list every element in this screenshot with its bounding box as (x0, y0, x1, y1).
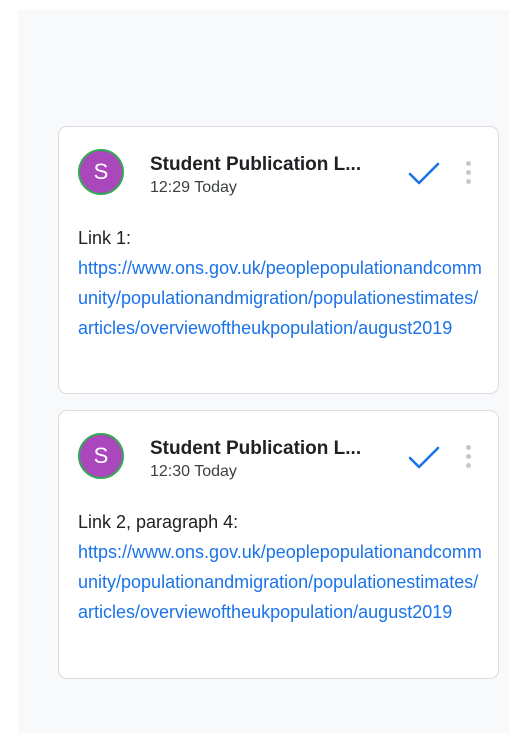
comment-author: Student Publication L... (150, 438, 362, 459)
comment-label: Link 1: (78, 228, 132, 248)
avatar[interactable]: S (78, 149, 124, 195)
comment-time: 12:30 Today (150, 463, 237, 480)
comment-card[interactable]: S Student Publication L... 12:30 Today L… (58, 410, 499, 679)
comment-link[interactable]: https://www.ons.gov.uk/peoplepopulationa… (78, 537, 483, 627)
check-icon[interactable] (407, 161, 441, 187)
comment-card[interactable]: S Student Publication L... 12:29 Today L… (58, 126, 499, 394)
avatar[interactable]: S (78, 433, 124, 479)
comment-author: Student Publication L... (150, 154, 362, 175)
comment-body: Link 2, paragraph 4: https://www.ons.gov… (78, 507, 488, 627)
comment-body: Link 1: https://www.ons.gov.uk/peoplepop… (78, 223, 488, 343)
avatar-initial: S (93, 159, 109, 184)
comment-link[interactable]: https://www.ons.gov.uk/peoplepopulationa… (78, 253, 483, 343)
comment-time: 12:29 Today (150, 179, 237, 196)
comments-panel: S Student Publication L... 12:29 Today L… (18, 10, 509, 733)
comment-label: Link 2, paragraph 4: (78, 512, 239, 532)
avatar-initial: S (93, 443, 109, 468)
more-vert-icon[interactable] (463, 445, 473, 471)
page: S Student Publication L... 12:29 Today L… (0, 0, 509, 733)
more-vert-icon[interactable] (463, 161, 473, 187)
check-icon[interactable] (407, 445, 441, 471)
